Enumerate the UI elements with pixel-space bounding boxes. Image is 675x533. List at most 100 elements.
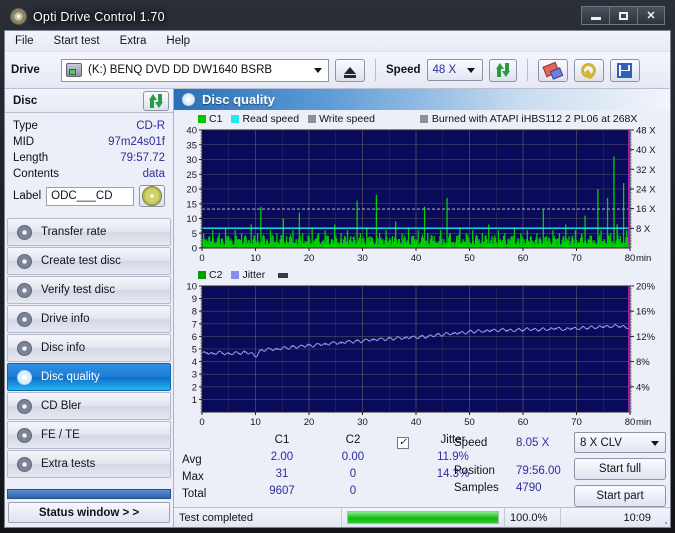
disc-mid-label: MID [13, 136, 35, 148]
svg-text:min: min [636, 417, 651, 428]
speed-select[interactable]: 48 X [426, 59, 483, 81]
sidebar-item-label: Create test disc [41, 255, 121, 267]
svg-text:9: 9 [192, 294, 197, 305]
sidebar-item-create-test-disc[interactable]: Create test disc [7, 247, 171, 275]
sidebar-item-disc-quality[interactable]: Disc quality [7, 363, 171, 391]
legend-item-jitter: Jitter [231, 269, 265, 281]
disc-icon [17, 456, 32, 472]
save-button[interactable] [609, 58, 640, 82]
disc-header: Disc [5, 89, 173, 113]
svg-text:min: min [636, 253, 651, 264]
svg-text:80: 80 [625, 253, 636, 264]
disc-length-label: Length [13, 152, 49, 164]
stats-total-c1: 9607 [269, 485, 295, 497]
sidebar-item-drive-info[interactable]: Drive info [7, 305, 171, 333]
menu-item-help[interactable]: Help [164, 34, 192, 48]
disc-icon [17, 224, 32, 240]
legend-swatch-jitter [231, 271, 240, 279]
tools-button[interactable] [573, 58, 604, 82]
eraser-icon [544, 64, 561, 77]
sidebar-item-verify-test-disc[interactable]: Verify test disc [7, 276, 171, 304]
menu-item-file[interactable]: File [13, 34, 36, 48]
disc-label-input[interactable]: ODC___CD [46, 186, 134, 206]
sidebar-item-label: Disc quality [41, 371, 100, 383]
statistics-panel: C1 C2 ✓ Jitter Avg 2.00 0.00 11.9% Max 3… [174, 430, 670, 507]
svg-text:10: 10 [186, 214, 197, 225]
left-spacer [5, 479, 173, 487]
chevron-down-icon [309, 62, 326, 79]
disc-icon [17, 311, 32, 327]
resize-grip[interactable] [656, 508, 670, 527]
svg-text:1: 1 [192, 395, 197, 406]
drive-select[interactable]: (K:) BENQ DVD DD DW1640 BSRB [61, 58, 329, 82]
svg-text:7: 7 [192, 319, 197, 330]
svg-text:3: 3 [192, 370, 197, 381]
disc-header-label: Disc [13, 94, 38, 107]
svg-text:40: 40 [411, 253, 422, 264]
sidebar-item-extra-tests[interactable]: Extra tests [7, 450, 171, 478]
menu-item-start-test[interactable]: Start test [52, 34, 102, 48]
start-full-button[interactable]: Start full [574, 458, 666, 480]
legend-swatch-burn-note [419, 115, 428, 123]
sidebar-item-disc-info[interactable]: Disc info [7, 334, 171, 362]
eject-button[interactable] [335, 58, 365, 82]
menu-item-extra[interactable]: Extra [118, 34, 149, 48]
svg-text:8 X: 8 X [636, 224, 651, 235]
status-window-button[interactable]: Status window > > [8, 502, 170, 523]
app-disc-icon [10, 8, 27, 25]
svg-text:32 X: 32 X [636, 165, 656, 176]
svg-text:16%: 16% [636, 307, 656, 318]
svg-text:16 X: 16 X [636, 204, 656, 215]
svg-text:50: 50 [464, 253, 475, 264]
disc-label-button[interactable] [139, 185, 165, 207]
stats-max-c1: 31 [275, 468, 289, 480]
refresh-speed-button[interactable] [488, 58, 517, 82]
progress-percent: 100.0% [505, 508, 561, 527]
stats-row-label-total: Total [182, 487, 207, 500]
chart-legend-c1: C1 Read speed Write speed Burned with AT… [178, 112, 666, 126]
maximize-button[interactable] [609, 6, 637, 25]
legend-label-burn-note: Burned with ATAPI iHBS112 2 PL06 at 268X [431, 113, 638, 125]
application-window: Opti Drive Control 1.70 ✕ File Start tes… [0, 0, 675, 533]
stats-total-c2: 0 [349, 485, 357, 497]
close-button[interactable]: ✕ [637, 6, 665, 25]
sidebar-item-transfer-rate[interactable]: Transfer rate [7, 218, 171, 246]
svg-text:40: 40 [186, 126, 197, 137]
disc-contents-value: data [142, 168, 165, 180]
drive-toolbar: Drive (K:) BENQ DVD DD DW1640 BSRB Speed… [5, 52, 670, 89]
legend-item-read-speed: Read speed [231, 113, 299, 125]
svg-text:0: 0 [199, 417, 204, 428]
c1-chart[interactable]: 0 5 10 15 20 25 30 35 40 8 X 16 X 24 X 32 X 40 X 48 X 0… [178, 126, 666, 266]
start-part-button[interactable]: Start part [574, 485, 666, 507]
svg-text:30: 30 [357, 253, 368, 264]
write-strategy-select[interactable]: 8 X CLV [574, 432, 666, 453]
legend-label-c2: C2 [209, 269, 223, 281]
legend-item-write-speed: Write speed [308, 113, 375, 125]
sidebar-item-label: Transfer rate [41, 226, 107, 238]
svg-text:0: 0 [199, 253, 204, 264]
disc-row-mid: MID 97m24s01f [13, 134, 165, 150]
sidebar-item-cd-bler[interactable]: CD Bler [7, 392, 171, 420]
svg-text:60: 60 [518, 417, 529, 428]
legend-label-jitter: Jitter [242, 269, 266, 281]
svg-text:6: 6 [192, 332, 197, 343]
disc-refresh-button[interactable] [143, 90, 169, 111]
erase-button[interactable] [537, 58, 568, 82]
minimize-button[interactable] [581, 6, 609, 25]
summary-speed-value: 8.05 X [516, 437, 550, 449]
panel-header: Disc quality [174, 89, 670, 110]
chevron-down-icon [463, 62, 480, 79]
window-title: Opti Drive Control 1.70 [33, 9, 165, 24]
left-accent-bar [7, 489, 171, 499]
sidebar-item-label: Drive info [41, 313, 90, 325]
svg-text:24 X: 24 X [636, 185, 656, 196]
summary-samples-label: Samples [454, 481, 499, 494]
sidebar-item-fe-te[interactable]: FE / TE [7, 421, 171, 449]
progress-bar-fill [348, 512, 498, 523]
status-message: Test completed [174, 508, 342, 527]
progress-cell [342, 508, 505, 527]
jitter-chart[interactable]: 1 2 3 4 5 6 7 8 9 10 4% 8% 12% 16% 20% 0 10 20 30 40 50 60 70 8… [178, 282, 666, 430]
maximize-icon [619, 11, 628, 20]
status-time: 10:09 [623, 511, 651, 524]
jitter-checkbox[interactable]: ✓ [386, 436, 420, 449]
